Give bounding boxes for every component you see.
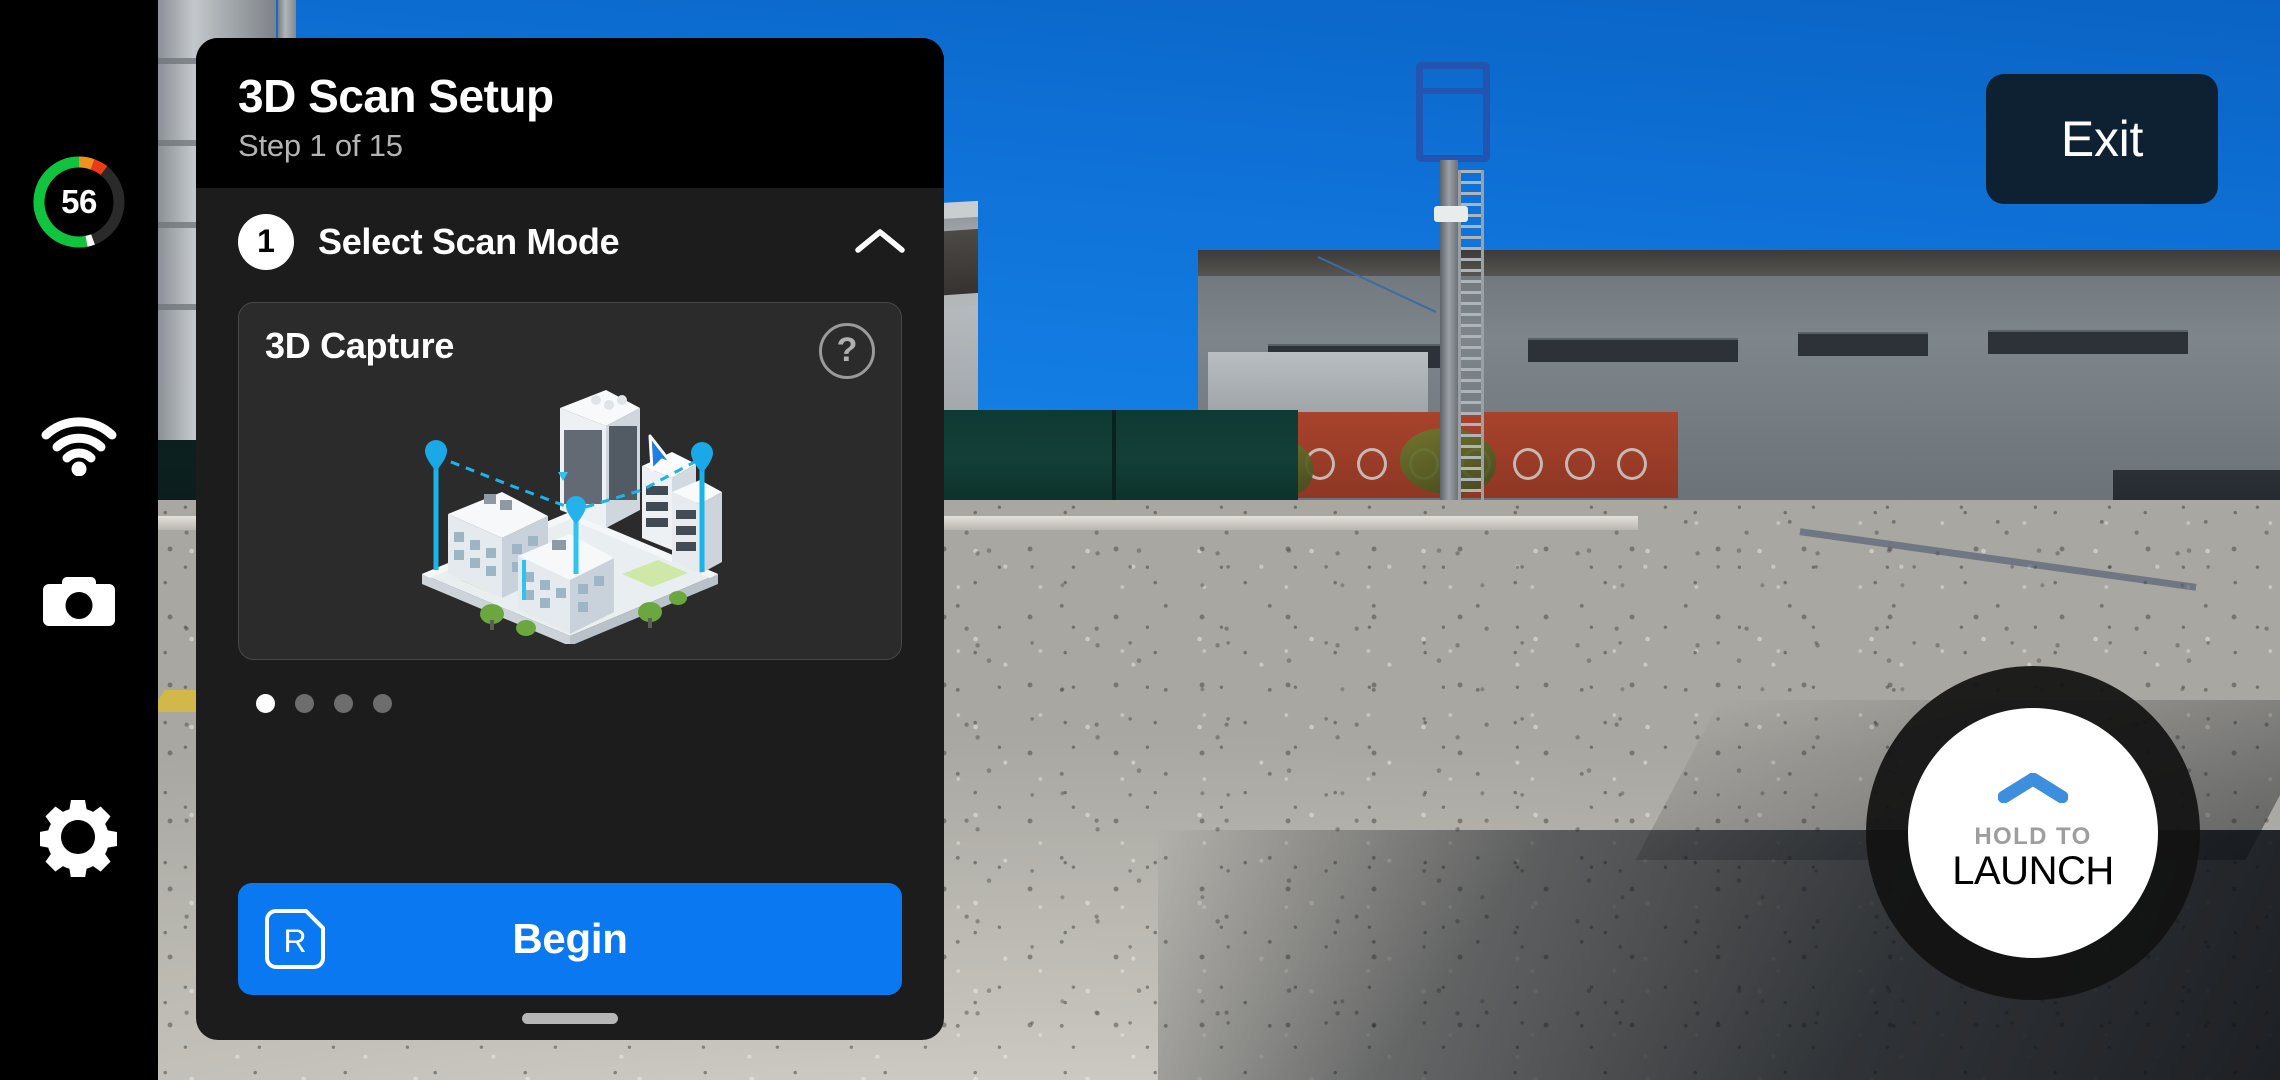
pagination-dot-1[interactable] <box>256 693 275 713</box>
begin-button[interactable]: R Begin <box>238 883 902 995</box>
chevron-up-icon <box>1998 772 2068 803</box>
scan-mode-card-3d-capture[interactable]: 3D Capture ? <box>238 301 902 660</box>
pagination-dot-4[interactable] <box>373 693 392 713</box>
step-header-select-scan-mode[interactable]: 1 Select Scan Mode <box>196 188 944 292</box>
warehouse-roof <box>1198 250 2280 276</box>
left-sidebar: 56 <box>0 0 158 1080</box>
battery-gauge[interactable]: 56 <box>27 150 131 254</box>
camera-glyph <box>43 577 115 626</box>
panel-drag-handle[interactable] <box>522 1013 618 1024</box>
launch-sub-label: HOLD TO <box>1974 822 2092 850</box>
wifi-glyph <box>41 417 117 476</box>
pagination-dot-2[interactable] <box>295 693 314 713</box>
page-title: 3D Scan Setup <box>238 70 554 122</box>
window-strip <box>1798 332 1928 356</box>
tower-light <box>1434 206 1468 222</box>
wifi-icon[interactable] <box>37 404 121 488</box>
scan-mode-title: 3D Capture <box>265 324 455 366</box>
carousel-pagination <box>196 660 944 713</box>
city-3d-scan-graphic <box>422 389 722 644</box>
r-shortcut-icon: R <box>265 909 325 969</box>
begin-button-label: Begin <box>512 915 628 962</box>
exit-button[interactable]: Exit <box>1986 74 2218 204</box>
step-number-badge: 1 <box>238 213 294 270</box>
step-progress-label: Step 1 of 15 <box>238 127 403 163</box>
window-strip <box>1988 330 2188 354</box>
panel-footer: R Begin <box>196 883 944 1040</box>
camera-icon[interactable] <box>37 560 121 644</box>
panel-header: 3D Scan Setup Step 1 of 15 <box>196 38 944 188</box>
window-strip <box>1528 338 1738 362</box>
launch-main-label: LAUNCH <box>1952 848 2114 893</box>
gear-icon[interactable] <box>37 796 121 880</box>
isometric-city-illustration <box>239 369 901 649</box>
blue-tower-platform <box>1416 62 1490 162</box>
battery-percentage: 56 <box>61 183 97 220</box>
pagination-dot-3[interactable] <box>334 693 353 713</box>
hold-to-launch-button[interactable]: HOLD TO LAUNCH <box>1866 666 2200 1000</box>
chevron-up-icon[interactable] <box>852 222 908 262</box>
step-title: Select Scan Mode <box>318 220 620 262</box>
scan-setup-panel: 3D Scan Setup Step 1 of 15 1 Select Scan… <box>196 38 944 1040</box>
svg-text:R: R <box>283 923 306 959</box>
drone-controller-screen: 56 3D Scan Setup Step 1 of 15 1 Select S… <box>0 0 2280 1080</box>
gear-glyph <box>40 800 117 877</box>
launch-button-face: HOLD TO LAUNCH <box>1908 708 2158 958</box>
